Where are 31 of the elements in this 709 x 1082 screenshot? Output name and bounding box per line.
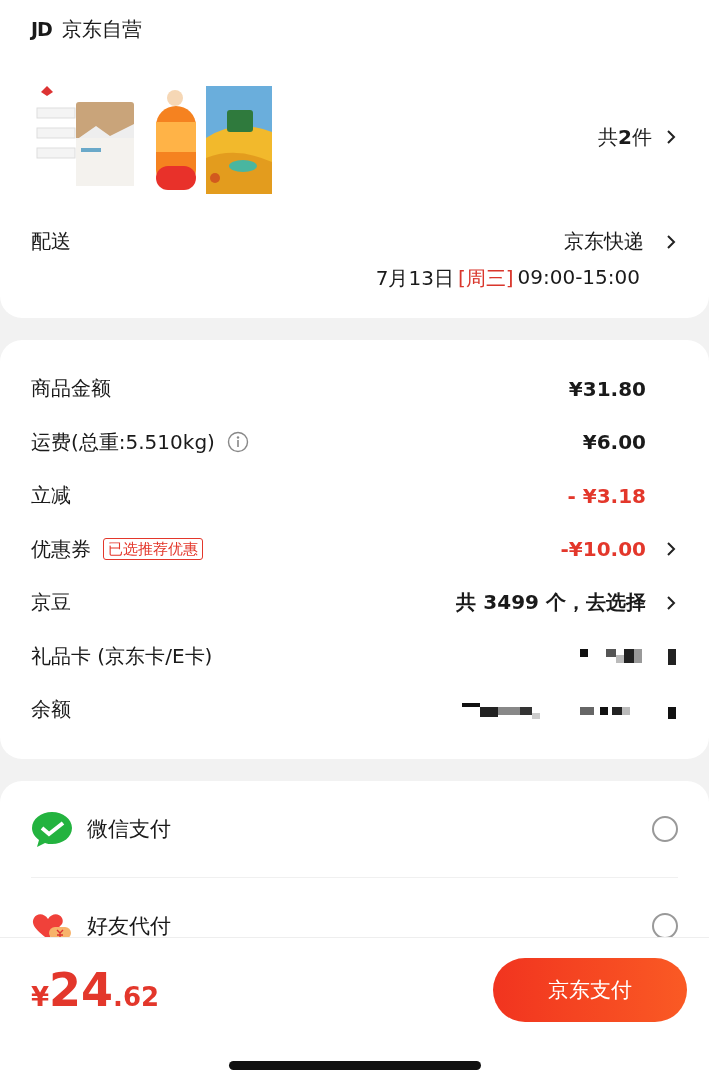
- store-logo: JD: [31, 18, 52, 40]
- summary-label: 余额: [31, 696, 71, 724]
- pay-button[interactable]: 京东支付: [493, 958, 687, 1022]
- radio-button[interactable]: [652, 815, 678, 842]
- amount-value: -¥10.00: [560, 537, 646, 562]
- item-count[interactable]: 共2件: [598, 123, 652, 151]
- payment-method-label[interactable]: 好友代付: [87, 911, 652, 940]
- summary-label: 京豆: [31, 589, 71, 617]
- delivery-time: 09:00-15:00: [517, 265, 640, 291]
- carrier-name[interactable]: 京东快递: [564, 228, 644, 255]
- delivery-label: 配送: [31, 228, 71, 255]
- amount-value: 共 3499 个，去选择: [456, 589, 646, 617]
- coupon-tag: 已选推荐优惠: [103, 538, 203, 561]
- summary-label: 优惠券: [31, 535, 91, 563]
- amount-value: - ¥3.18: [567, 483, 646, 508]
- heart-coin-icon: [31, 912, 73, 939]
- amount-value: ¥31.80: [568, 376, 646, 401]
- payment-method-label[interactable]: 微信支付: [87, 814, 652, 843]
- total-price: ¥24.62: [31, 963, 160, 1017]
- radio-button[interactable]: [652, 912, 678, 939]
- store-name: 京东自营: [61, 15, 142, 43]
- chevron-icon: [666, 233, 676, 250]
- chevron-icon: [666, 129, 676, 145]
- summary-label: 立减: [31, 482, 71, 510]
- delivery-weekday: [周三]: [457, 265, 514, 292]
- summary-label: 商品金额: [31, 375, 111, 403]
- summary-label: 运费(总重:5.510kg): [31, 428, 215, 456]
- summary-label: 礼品卡 (京东卡/E卡): [31, 642, 213, 670]
- speech-bubble-check-icon: [31, 809, 73, 848]
- delivery-date: 7月13日: [375, 265, 454, 292]
- amount-value: ¥6.00: [582, 430, 646, 455]
